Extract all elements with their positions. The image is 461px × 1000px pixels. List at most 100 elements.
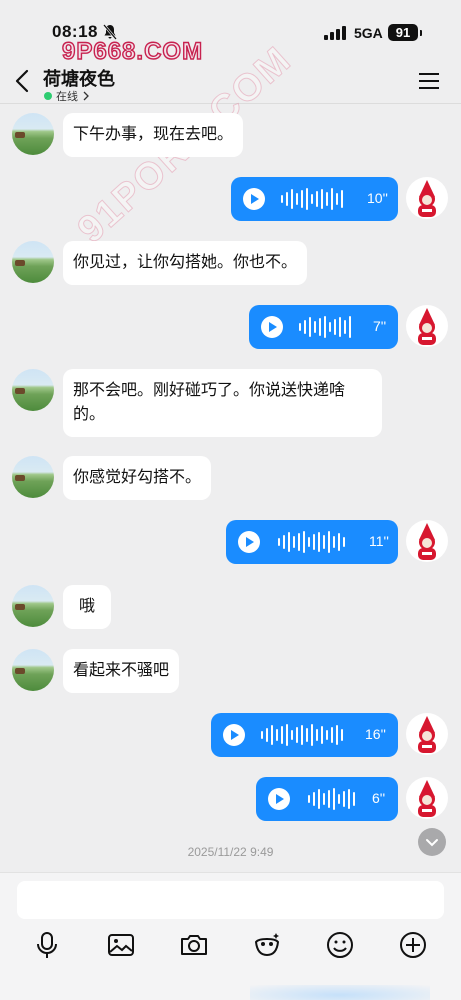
- wave-bar: [329, 322, 331, 332]
- voice-duration: 6'': [372, 790, 386, 806]
- contact-avatar[interactable]: [12, 649, 54, 691]
- wave-bar: [319, 318, 321, 336]
- voice-duration: 16'': [365, 726, 386, 742]
- play-icon[interactable]: [268, 788, 290, 810]
- play-icon[interactable]: [261, 316, 283, 338]
- message-timestamp: 2025/11/22 9:49: [187, 845, 274, 859]
- wave-bar: [306, 188, 308, 210]
- image-icon[interactable]: [105, 929, 137, 961]
- battery-icon: 91: [388, 24, 418, 41]
- message-bubble-incoming[interactable]: 你感觉好勾搭不。: [63, 456, 212, 500]
- wave-bar: [344, 320, 346, 334]
- message-input[interactable]: [17, 881, 444, 919]
- wave-bar: [303, 531, 305, 553]
- play-icon[interactable]: [223, 724, 245, 746]
- wave-bar: [324, 316, 326, 338]
- play-icon[interactable]: [238, 531, 260, 553]
- wave-bar: [331, 188, 333, 210]
- wave-bar: [281, 726, 283, 744]
- message-bubble-incoming[interactable]: 你见过，让你勾搭她。你也不。: [63, 241, 308, 285]
- wave-bar: [293, 536, 295, 548]
- wave-bar: [304, 320, 306, 334]
- signal-icon: [324, 26, 346, 40]
- wave-bar: [318, 532, 320, 552]
- message-bubble-incoming[interactable]: 那不会吧。刚好碰巧了。你说送快递啥 的。: [63, 369, 382, 437]
- wave-bar: [349, 316, 351, 338]
- message-line: 那不会吧。刚好碰巧了。你说送快递啥: [73, 382, 346, 399]
- voice-message-outgoing[interactable]: 7'': [249, 305, 398, 349]
- my-avatar[interactable]: [406, 520, 448, 562]
- wave-bar: [311, 194, 313, 204]
- network-label: 5GA: [354, 25, 383, 41]
- wave-bar: [341, 729, 343, 741]
- wave-bar: [321, 726, 323, 744]
- wave-bar: [271, 725, 273, 745]
- wave-bar: [331, 727, 333, 743]
- voice-waveform: [308, 787, 355, 811]
- camera-icon[interactable]: [178, 929, 210, 961]
- voice-waveform: [281, 187, 343, 211]
- plus-icon[interactable]: [397, 929, 429, 961]
- play-icon[interactable]: [243, 188, 265, 210]
- mascot-avatar-icon: [418, 308, 436, 345]
- my-avatar[interactable]: [406, 777, 448, 819]
- wave-bar: [306, 728, 308, 742]
- voice-waveform: [278, 530, 345, 554]
- presence-status[interactable]: 在线: [44, 88, 90, 104]
- my-avatar[interactable]: [406, 713, 448, 755]
- wave-bar: [321, 189, 323, 209]
- wave-bar: [313, 792, 315, 806]
- voice-message-outgoing[interactable]: 11'': [226, 520, 398, 564]
- online-dot-icon: [44, 92, 52, 100]
- my-avatar[interactable]: [406, 177, 448, 219]
- voice-message-outgoing[interactable]: 10'': [231, 177, 398, 221]
- wave-bar: [286, 192, 288, 206]
- wave-bar: [316, 729, 318, 741]
- message-bubble-incoming[interactable]: 看起来不骚吧: [63, 649, 180, 693]
- wave-bar: [311, 724, 313, 746]
- wave-bar: [334, 319, 336, 335]
- wave-bar: [288, 532, 290, 552]
- contact-avatar[interactable]: [12, 113, 54, 155]
- contact-avatar[interactable]: [12, 241, 54, 283]
- wave-bar: [291, 730, 293, 740]
- wave-bar: [308, 795, 310, 803]
- input-area: [0, 872, 461, 1000]
- voice-message-outgoing[interactable]: 6'': [256, 777, 398, 821]
- voice-message-outgoing[interactable]: 16'': [211, 713, 398, 757]
- wave-bar: [323, 793, 325, 805]
- my-avatar[interactable]: [406, 305, 448, 347]
- wave-bar: [283, 535, 285, 549]
- microphone-icon[interactable]: [31, 929, 63, 961]
- contact-avatar[interactable]: [12, 369, 54, 411]
- sticker-icon[interactable]: [251, 929, 283, 961]
- wave-bar: [318, 789, 320, 809]
- wave-bar: [353, 792, 355, 806]
- wave-bar: [338, 533, 340, 551]
- mascot-avatar-icon: [418, 523, 436, 560]
- wave-bar: [286, 724, 288, 746]
- voice-waveform: [261, 723, 343, 747]
- voice-waveform: [299, 315, 351, 339]
- contact-avatar[interactable]: [12, 585, 54, 627]
- chevron-right-icon: [83, 91, 89, 101]
- wave-bar: [296, 727, 298, 743]
- wave-bar: [308, 537, 310, 547]
- contact-avatar[interactable]: [12, 456, 54, 498]
- emoji-icon[interactable]: [324, 929, 356, 961]
- mascot-avatar-icon: [418, 180, 436, 217]
- battery-tip: [420, 30, 422, 36]
- back-icon[interactable]: [12, 68, 34, 94]
- wave-bar: [261, 731, 263, 739]
- wave-bar: [343, 537, 345, 547]
- chat-header: 荷塘夜色 在线: [0, 56, 461, 104]
- wave-bar: [343, 791, 345, 807]
- message-bubble-incoming[interactable]: 哦: [63, 585, 112, 629]
- wave-bar: [309, 317, 311, 337]
- menu-icon[interactable]: [418, 72, 440, 90]
- message-bubble-incoming[interactable]: 下午办事，现在去吧。: [63, 113, 244, 157]
- wave-bar: [328, 790, 330, 808]
- wave-bar: [341, 190, 343, 208]
- wave-bar: [326, 730, 328, 740]
- wave-bar: [298, 533, 300, 551]
